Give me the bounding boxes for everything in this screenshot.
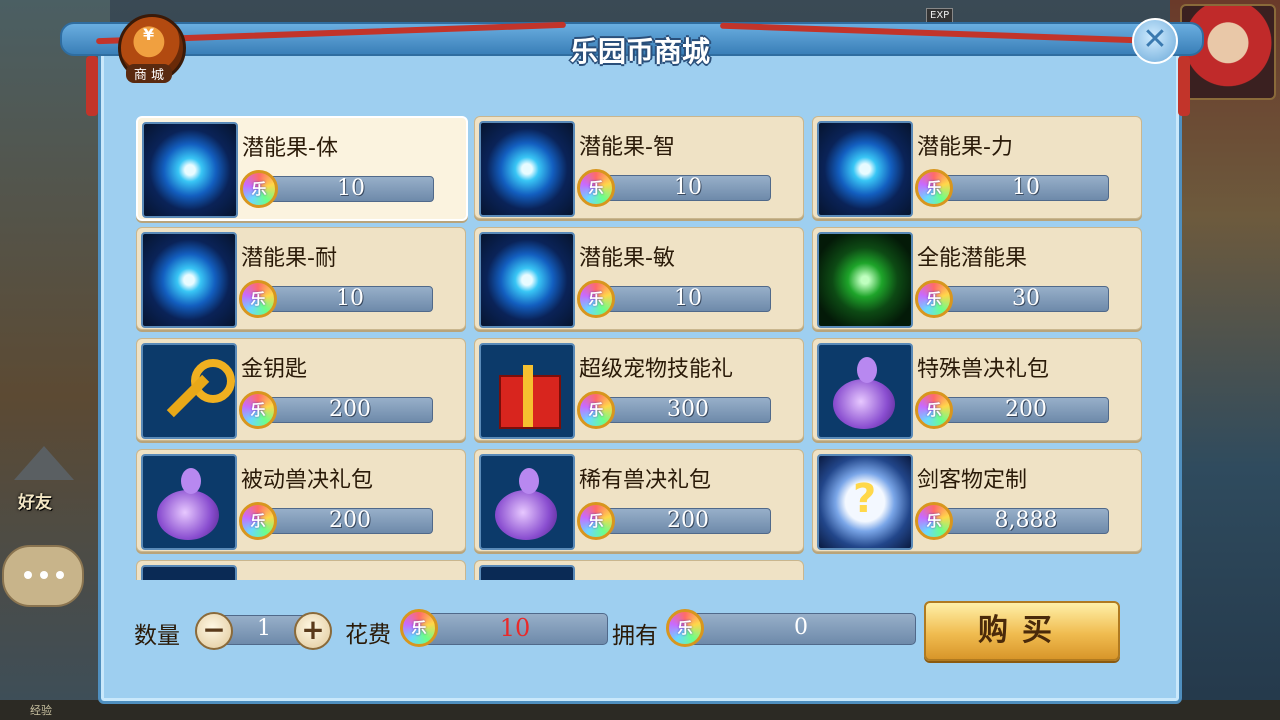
item-card[interactable]: 潜能果-敏 10 [474,227,804,330]
item-name: 潜能果-体 [242,136,338,161]
coin-icon [915,169,953,207]
item-price: 200 [329,397,371,422]
blue-orb-icon [479,232,575,328]
item-price: 10 [1012,175,1040,200]
mystery-icon [817,454,913,550]
quantity-label: 数量 [134,623,180,649]
item-price: 300 [667,397,709,422]
item-name: 潜能果-智 [579,135,675,160]
item-price: 200 [667,508,709,533]
page-title: 乐园币商城 [569,35,710,68]
item-name: 被动兽决礼包 [241,468,374,493]
close-button[interactable]: ✕ [1132,18,1178,64]
item-price: 200 [329,508,371,533]
item-price: 10 [337,176,365,201]
item-card[interactable]: 潜能果-耐 10 [136,227,466,330]
dark-icon [479,565,575,580]
item-price: 200 [1005,397,1047,422]
quantity-plus-button[interactable]: + [294,612,332,650]
item-name: 特殊兽决礼包 [917,357,1050,382]
owned-label: 拥有 [612,623,658,649]
item-card[interactable]: 稀有兽决礼包 200 [474,449,804,552]
quantity-value: 1 [257,616,271,641]
item-card[interactable]: 特殊兽决礼包 200 [812,338,1142,441]
item-card[interactable] [136,560,466,580]
bag-icon [141,454,237,550]
coin-icon [239,280,277,318]
coin-icon [239,391,277,429]
item-grid[interactable]: 潜能果-体 10 潜能果-智 10 潜能果-力 10 潜能果-耐 10 潜能果-敏 10 全能潜能果… [136,116,1144,580]
dark-icon [141,565,237,580]
shop-icon: 商 城 [116,14,186,84]
coin-icon [915,391,953,429]
item-price: 10 [674,286,702,311]
coin-icon [239,502,277,540]
decor-tassel-left [86,56,98,116]
item-name: 超级宠物技能礼 [579,357,734,382]
item-name: 剑客物定制 [917,468,1028,493]
item-price: 30 [1012,286,1040,311]
item-card[interactable]: 潜能果-体 10 [136,116,468,221]
item-card[interactable]: 被动兽决礼包 200 [136,449,466,552]
item-name: 金钥匙 [241,357,308,382]
chat-bubble-icon[interactable] [2,545,84,607]
coin-icon [666,609,704,647]
item-card[interactable]: 全能潜能果 30 [812,227,1142,330]
quantity-minus-button[interactable]: − [195,612,233,650]
key-icon [141,343,237,439]
item-name: 潜能果-敏 [579,246,675,271]
blue-orb-icon [817,121,913,217]
blue-orb-icon [479,121,575,217]
green-orb-icon [817,232,913,328]
blue-orb-icon [142,122,238,218]
decor-tassel-right [1178,56,1190,116]
item-price: 10 [674,175,702,200]
friends-button[interactable]: 好友 [18,488,52,513]
owned-value: 0 [794,615,808,640]
item-name: 潜能果-力 [917,135,1013,160]
item-card[interactable]: 潜能果-智 10 [474,116,804,219]
coin-icon [577,391,615,429]
gift-icon [479,343,575,439]
shop-icon-label: 商 城 [126,64,172,83]
item-card[interactable]: 剑客物定制 8,888 [812,449,1142,552]
item-name: 全能潜能果 [917,246,1028,271]
item-card[interactable]: 金钥匙 200 [136,338,466,441]
buy-button[interactable]: 购买 [924,601,1120,661]
item-name: 潜能果-耐 [241,246,337,271]
item-card[interactable]: 潜能果-力 10 [812,116,1142,219]
coin-icon [577,169,615,207]
coin-icon [577,280,615,318]
cost-label: 花费 [345,622,391,648]
item-card[interactable]: 超级宠物技能礼 300 [474,338,804,441]
item-price: 10 [336,286,364,311]
coin-icon [915,502,953,540]
blue-orb-icon [141,232,237,328]
item-name: 稀有兽决礼包 [579,468,712,493]
item-price: 8,888 [994,508,1058,533]
item-card[interactable] [474,560,804,580]
coin-icon [240,170,278,208]
exp-label: 经验 [30,704,52,717]
cost-value: 10 [499,614,531,642]
bag-icon [479,454,575,550]
bag-icon [817,343,913,439]
coin-icon [577,502,615,540]
coin-icon [400,609,438,647]
exp-tag: EXP [926,8,954,23]
coin-icon [915,280,953,318]
